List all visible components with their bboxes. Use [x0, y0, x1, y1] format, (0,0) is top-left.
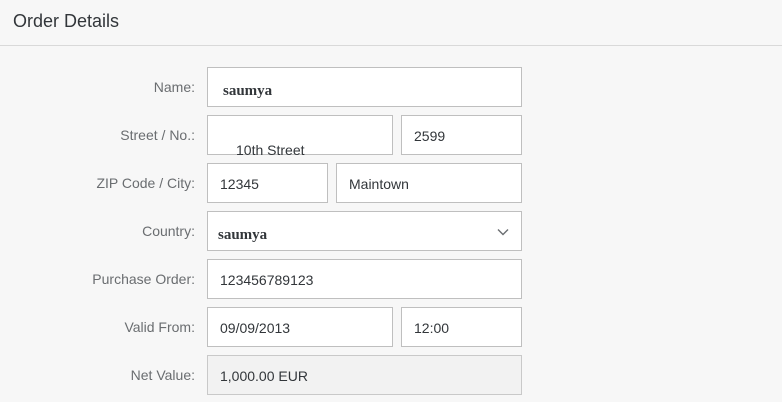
- street-label: Street / No.:: [120, 127, 195, 143]
- purchase-order-value: 123456789123: [220, 272, 314, 288]
- house-number-value: 2599: [414, 128, 446, 144]
- city-value: Maintown: [349, 176, 409, 192]
- purchase-order-row: Purchase Order: 123456789123: [0, 259, 782, 299]
- house-number-input[interactable]: 2599: [401, 115, 522, 155]
- purchase-order-label: Purchase Order:: [92, 271, 195, 287]
- valid-from-row: Valid From: 09/09/2013 12:00: [0, 307, 782, 347]
- valid-from-date-input[interactable]: 09/09/2013: [207, 307, 393, 347]
- page-header: Order Details: [0, 0, 782, 46]
- page-title: Order Details: [13, 11, 120, 31]
- street-value: 10th Street: [236, 142, 305, 158]
- valid-from-label: Valid From:: [124, 319, 195, 335]
- name-value: saumya: [223, 83, 273, 99]
- name-input[interactable]: saumya: [207, 67, 522, 107]
- street-input[interactable]: 10th Street: [207, 115, 393, 158]
- valid-from-date-value: 09/09/2013: [220, 320, 291, 336]
- zip-code-input[interactable]: 12345: [207, 163, 328, 203]
- net-value-label: Net Value:: [130, 367, 195, 383]
- street-row: Street / No.: 10th Street 2599: [0, 115, 782, 158]
- purchase-order-input[interactable]: 123456789123: [207, 259, 522, 299]
- city-input[interactable]: Maintown: [336, 163, 522, 203]
- name-label: Name:: [153, 79, 195, 95]
- zip-code-value: 12345: [220, 176, 259, 192]
- zip-city-label: ZIP Code / City:: [96, 175, 195, 191]
- net-value-field: 1,000.00 EUR: [207, 355, 522, 395]
- zip-city-row: ZIP Code / City: 12345 Maintown: [0, 163, 782, 203]
- country-value: saumya: [218, 227, 268, 243]
- valid-from-time-input[interactable]: 12:00: [401, 307, 522, 347]
- valid-from-time-value: 12:00: [414, 320, 450, 336]
- order-details-form: Name: saumya Street / No.: 10th Street 2…: [0, 47, 782, 402]
- net-value-value: 1,000.00 EUR: [220, 368, 308, 384]
- country-select[interactable]: saumya: [207, 211, 522, 251]
- chevron-down-icon[interactable]: [497, 226, 509, 238]
- name-row: Name: saumya: [0, 67, 782, 107]
- net-value-row: Net Value: 1,000.00 EUR: [0, 355, 782, 395]
- country-label: Country:: [142, 223, 195, 239]
- country-row: Country: saumya: [0, 211, 782, 251]
